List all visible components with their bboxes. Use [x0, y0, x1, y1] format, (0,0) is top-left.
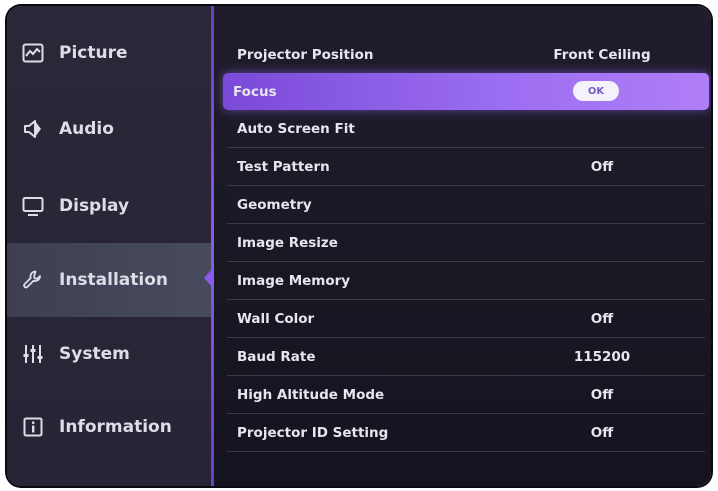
- row-label: Auto Screen Fit: [237, 120, 355, 137]
- row-label: Wall Color: [237, 310, 315, 327]
- menu-row-projector-position[interactable]: Projector Position Front Ceiling: [227, 36, 705, 74]
- menu-row-wall-color[interactable]: Wall Color Off: [227, 300, 705, 338]
- menu-row-image-resize[interactable]: Image Resize: [227, 224, 705, 262]
- ok-button[interactable]: OK: [573, 81, 619, 101]
- sidebar-item-installation[interactable]: Installation: [7, 243, 211, 317]
- info-icon: [19, 413, 47, 441]
- menu-row-focus[interactable]: Focus OK: [223, 73, 709, 110]
- projector-osd: Picture Audio Display Installation Syste…: [7, 6, 711, 486]
- row-label: Projector ID Setting: [237, 424, 389, 441]
- sidebar-item-label: Audio: [59, 119, 114, 139]
- row-value: Off: [590, 424, 614, 441]
- sidebar-divider: [211, 6, 214, 486]
- row-value: Off: [590, 158, 614, 175]
- menu-row-high-altitude-mode[interactable]: High Altitude Mode Off: [227, 376, 705, 414]
- sliders-icon: [19, 340, 47, 368]
- wrench-icon: [19, 266, 47, 294]
- sidebar-item-label: Picture: [59, 43, 128, 63]
- row-value: 115200: [573, 348, 631, 365]
- row-value: Off: [590, 386, 614, 403]
- menu-row-baud-rate[interactable]: Baud Rate 115200: [227, 338, 705, 376]
- row-value: Front Ceiling: [553, 46, 651, 63]
- installation-menu: Projector Position Front Ceiling Focus O…: [223, 36, 709, 452]
- menu-row-projector-id-setting[interactable]: Projector ID Setting Off: [227, 414, 705, 452]
- sidebar-item-picture[interactable]: Picture: [7, 16, 211, 90]
- sidebar-item-system[interactable]: System: [7, 317, 211, 391]
- menu-row-test-pattern[interactable]: Test Pattern Off: [227, 148, 705, 186]
- sidebar-item-display[interactable]: Display: [7, 169, 211, 243]
- row-label: Baud Rate: [237, 348, 316, 365]
- active-indicator-notch: [204, 267, 214, 289]
- row-value: Off: [590, 310, 614, 327]
- row-label: Focus: [233, 83, 277, 100]
- row-label: Geometry: [237, 196, 312, 213]
- menu-row-image-memory[interactable]: Image Memory: [227, 262, 705, 300]
- row-label: Image Memory: [237, 272, 351, 289]
- picture-icon: [19, 39, 47, 67]
- menu-row-auto-screen-fit[interactable]: Auto Screen Fit: [227, 110, 705, 148]
- sidebar-item-label: System: [59, 344, 130, 364]
- sidebar-item-label: Display: [59, 196, 130, 216]
- sidebar-item-audio[interactable]: Audio: [7, 92, 211, 166]
- row-label: Test Pattern: [237, 158, 330, 175]
- sidebar: Picture Audio Display Installation Syste…: [7, 6, 211, 486]
- sidebar-item-information[interactable]: Information: [7, 390, 211, 464]
- menu-row-geometry[interactable]: Geometry: [227, 186, 705, 224]
- row-label: High Altitude Mode: [237, 386, 385, 403]
- row-label: Image Resize: [237, 234, 338, 251]
- monitor-icon: [19, 192, 47, 220]
- sidebar-item-label: Installation: [59, 270, 169, 290]
- row-label: Projector Position: [237, 46, 374, 63]
- sidebar-item-label: Information: [59, 417, 172, 437]
- speaker-icon: [19, 115, 47, 143]
